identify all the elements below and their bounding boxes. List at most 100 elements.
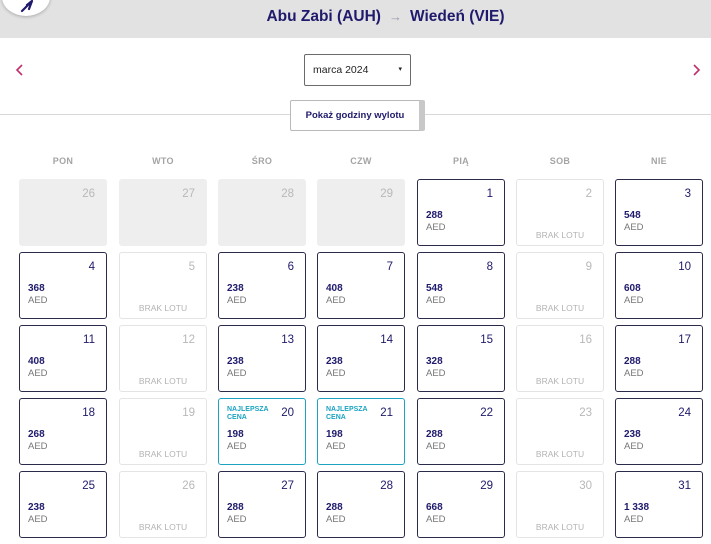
previous-month-button[interactable] <box>12 60 28 80</box>
day-number: 2 <box>585 188 592 200</box>
calendar-day[interactable]: 24 238 AED <box>615 398 703 465</box>
day-number: 20 <box>281 407 294 419</box>
calendar-day[interactable]: 3 548 AED <box>615 179 703 246</box>
day-number: 29 <box>480 480 493 492</box>
calendar-day[interactable]: 15 328 AED <box>417 325 505 392</box>
month-select-value: marca 2024 <box>313 64 369 76</box>
fare-price: 548 <box>624 210 641 221</box>
weekday-label: WTO <box>152 156 174 166</box>
calendar-day-best-price[interactable]: 20 NAJLEPSZA CENA 198 AED <box>218 398 306 465</box>
day-number: 24 <box>678 407 691 419</box>
day-number: 30 <box>579 480 592 492</box>
best-price-badge: NAJLEPSZA CENA <box>227 406 269 421</box>
calendar-day-best-price[interactable]: 21 NAJLEPSZA CENA 198 AED <box>317 398 405 465</box>
fare-currency: AED <box>426 368 446 379</box>
day-number: 7 <box>386 261 393 273</box>
calendar-day-no-flight: 19 BRAK LOTU <box>119 398 207 465</box>
no-flight-label: BRAK LOTU <box>535 449 585 459</box>
fare-price: 408 <box>326 283 343 294</box>
day-number: 5 <box>188 261 195 273</box>
fare-currency: AED <box>28 295 48 306</box>
calendar-day[interactable]: 14 238 AED <box>317 325 405 392</box>
fare-price: 288 <box>624 356 641 367</box>
calendar-day[interactable]: 27 288 AED <box>218 471 306 538</box>
weekday-label: ŚRO <box>251 156 273 166</box>
weekday-label: PON <box>52 156 74 166</box>
fare-price: 368 <box>28 283 45 294</box>
day-number: 15 <box>480 334 493 346</box>
fare-currency: AED <box>28 441 48 452</box>
day-number: 27 <box>182 188 195 200</box>
fare-price: 288 <box>426 210 443 221</box>
fare-price: 268 <box>28 429 45 440</box>
fare-price: 328 <box>426 356 443 367</box>
calendar-day[interactable]: 10 608 AED <box>615 252 703 319</box>
day-number: 16 <box>579 334 592 346</box>
calendar-day[interactable]: 29 668 AED <box>417 471 505 538</box>
fare-currency: AED <box>426 441 446 452</box>
calendar-day[interactable]: 25 238 AED <box>19 471 107 538</box>
calendar-day[interactable]: 18 268 AED <box>19 398 107 465</box>
weekday-label: SOB <box>549 156 571 166</box>
fare-currency: AED <box>28 368 48 379</box>
next-month-button[interactable] <box>688 60 704 80</box>
show-flight-times-button[interactable]: Pokaż godziny wylotu <box>290 100 425 131</box>
calendar-day[interactable]: 8 548 AED <box>417 252 505 319</box>
calendar-day[interactable]: 4 368 AED <box>19 252 107 319</box>
fare-price: 668 <box>426 502 443 513</box>
day-number: 26 <box>182 480 195 492</box>
no-flight-label: BRAK LOTU <box>138 303 188 313</box>
fare-currency: AED <box>227 514 247 525</box>
chevron-right-icon <box>693 64 701 76</box>
weekday-label: CZW <box>350 156 372 166</box>
fare-price: 288 <box>326 502 343 513</box>
chevron-left-icon <box>15 64 23 76</box>
fare-price: 238 <box>624 429 641 440</box>
fare-currency: AED <box>426 295 446 306</box>
fare-price: 198 <box>227 429 244 440</box>
day-number: 14 <box>380 334 393 346</box>
best-price-badge: NAJLEPSZA CENA <box>326 406 368 421</box>
no-flight-label: BRAK LOTU <box>535 230 585 240</box>
fare-currency: AED <box>624 222 644 233</box>
day-number: 31 <box>678 480 691 492</box>
calendar-day-no-flight: 5 BRAK LOTU <box>119 252 207 319</box>
fare-price: 288 <box>426 429 443 440</box>
calendar-day[interactable]: 22 288 AED <box>417 398 505 465</box>
day-number: 10 <box>678 261 691 273</box>
calendar-day-outside-month: 29 <box>317 179 405 246</box>
calendar-day[interactable]: 1 288 AED <box>417 179 505 246</box>
fare-currency: AED <box>426 514 446 525</box>
day-number: 9 <box>585 261 592 273</box>
origin-airport: Abu Zabi (AUH) <box>266 8 381 25</box>
fare-price: 1 338 <box>624 502 650 513</box>
no-flight-label: BRAK LOTU <box>138 522 188 532</box>
day-number: 23 <box>579 407 592 419</box>
weekday-label: NIE <box>651 156 667 166</box>
day-number: 13 <box>281 334 294 346</box>
calendar-day[interactable]: 13 238 AED <box>218 325 306 392</box>
fare-currency: AED <box>624 368 644 379</box>
day-number: 4 <box>88 261 95 273</box>
no-flight-label: BRAK LOTU <box>535 303 585 313</box>
day-number: 17 <box>678 334 691 346</box>
calendar-day[interactable]: 7 408 AED <box>317 252 405 319</box>
day-number: 21 <box>380 407 393 419</box>
day-number: 25 <box>82 480 95 492</box>
calendar-day-outside-month: 26 <box>19 179 107 246</box>
fare-currency: AED <box>624 441 644 452</box>
no-flight-label: BRAK LOTU <box>138 376 188 386</box>
day-number: 27 <box>281 480 294 492</box>
calendar-day-no-flight: 23 BRAK LOTU <box>516 398 604 465</box>
calendar-day-no-flight: 26 BRAK LOTU <box>119 471 207 538</box>
fare-currency: AED <box>624 514 644 525</box>
fare-price: 608 <box>624 283 641 294</box>
calendar-day[interactable]: 11 408 AED <box>19 325 107 392</box>
calendar-day[interactable]: 17 288 AED <box>615 325 703 392</box>
no-flight-label: BRAK LOTU <box>535 522 585 532</box>
month-select[interactable]: marca 2024 ▾ <box>304 54 411 86</box>
calendar-day[interactable]: 28 288 AED <box>317 471 405 538</box>
calendar-day[interactable]: 31 1 338 AED <box>615 471 703 538</box>
fare-currency: AED <box>227 441 247 452</box>
calendar-day[interactable]: 6 238 AED <box>218 252 306 319</box>
